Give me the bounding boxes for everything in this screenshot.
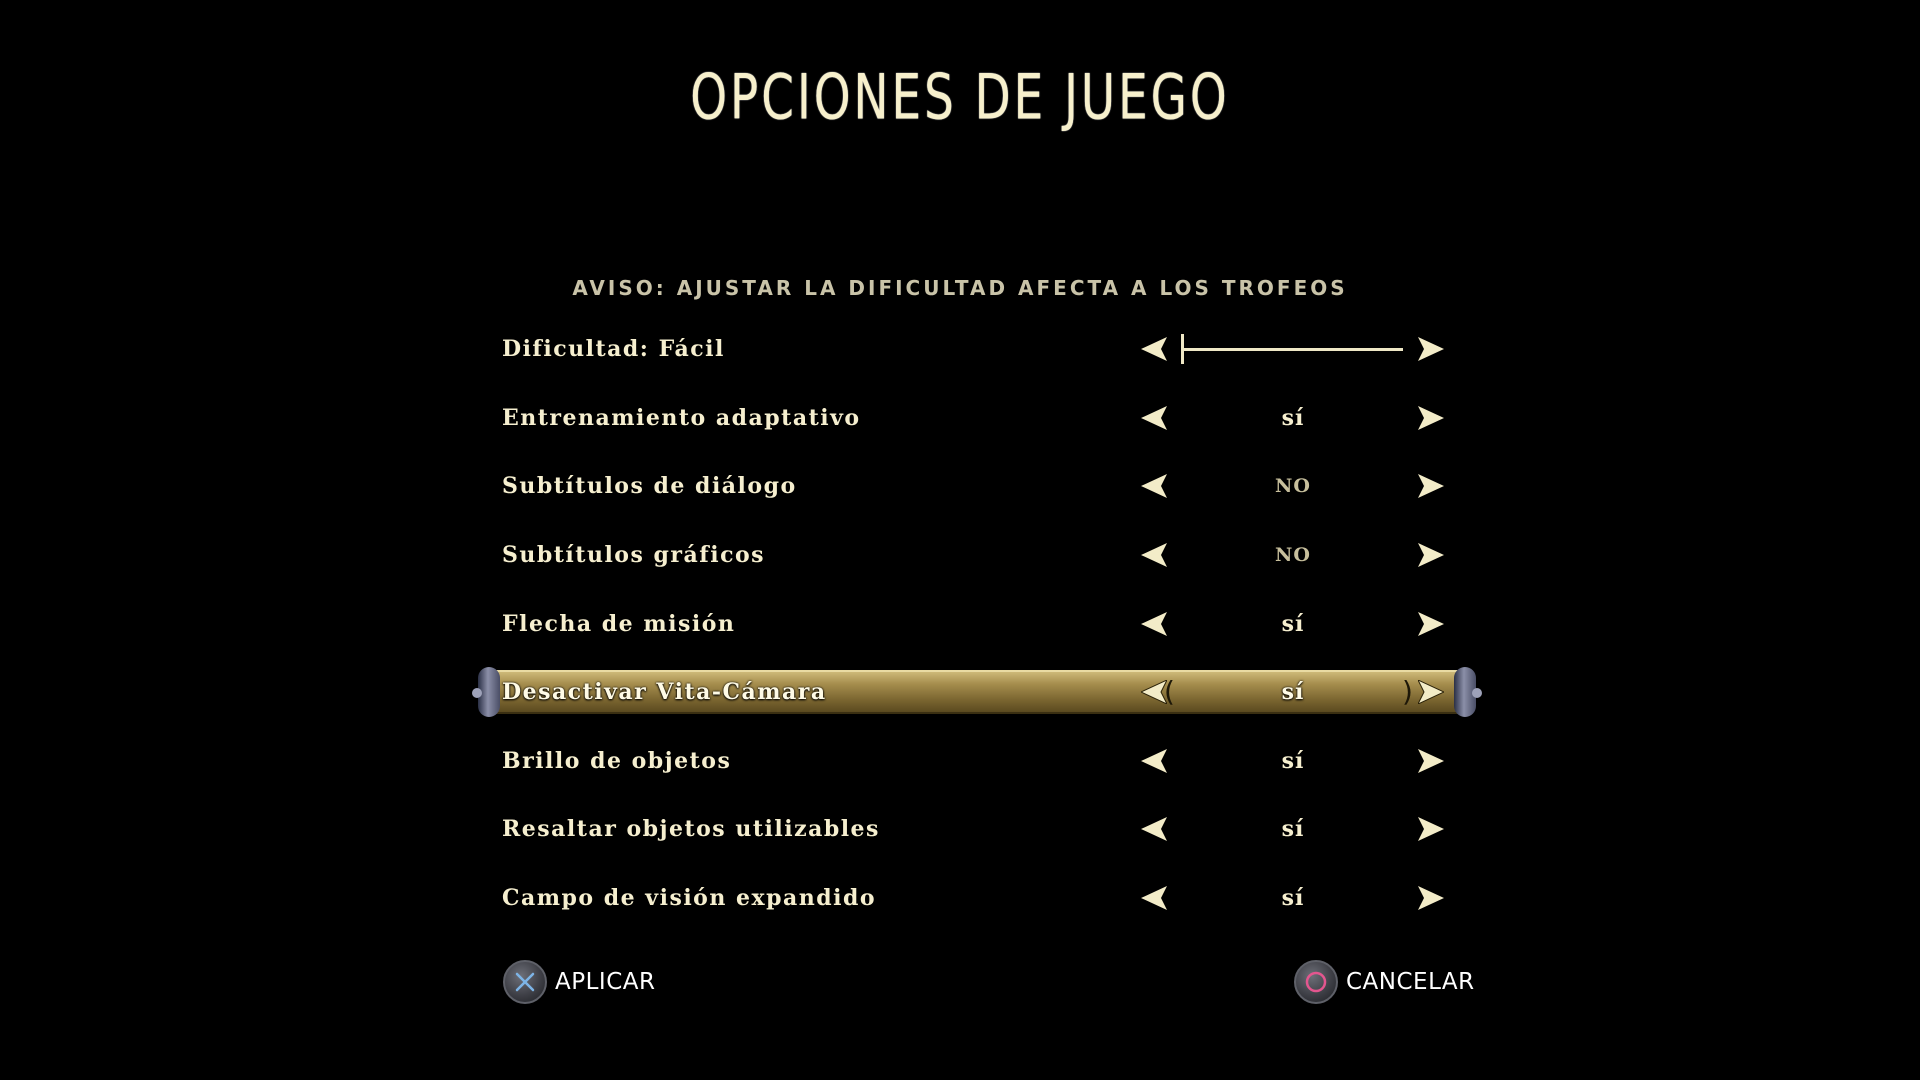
cross-button-icon	[503, 960, 547, 1004]
difficulty-notice: AVISO: AJUSTAR LA DIFICULTAD AFECTA A LO…	[572, 276, 1348, 300]
option-label: Flecha de misión	[502, 610, 736, 637]
arrow-right-icon[interactable]	[1416, 883, 1446, 913]
option-row-dialog-subtitles[interactable]: Subtítulos de diálogo NO	[478, 452, 1476, 521]
option-label: Subtítulos gráficos	[502, 542, 766, 569]
option-value: sí	[1281, 816, 1305, 843]
option-label: Brillo de objetos	[502, 747, 732, 774]
arrow-left-icon[interactable]	[1139, 334, 1169, 364]
arrow-right-icon[interactable]	[1416, 677, 1446, 707]
option-row-disable-vita-chamber[interactable]: Desactivar Vita-Cámara ( sí )	[472, 658, 1482, 727]
arrow-left-icon[interactable]	[1139, 883, 1169, 913]
option-label: Campo de visión expandido	[502, 885, 877, 912]
option-value: sí	[1281, 679, 1305, 706]
arrow-right-icon[interactable]	[1416, 814, 1446, 844]
arrow-right-icon[interactable]	[1416, 334, 1446, 364]
option-row-difficulty[interactable]: Dificultad: Fácil	[478, 315, 1476, 384]
arrow-left-icon[interactable]	[1139, 403, 1169, 433]
option-label: Subtítulos de diálogo	[502, 473, 797, 500]
arrow-left-icon[interactable]	[1139, 814, 1169, 844]
option-value: sí	[1281, 885, 1305, 912]
cancel-button[interactable]: CANCELAR	[1294, 958, 1475, 1006]
option-row-graphic-subtitles[interactable]: Subtítulos gráficos NO	[478, 521, 1476, 590]
option-row-adaptive-training[interactable]: Entrenamiento adaptativo sí	[478, 384, 1476, 453]
arrow-left-icon[interactable]	[1139, 746, 1169, 776]
slider-track	[1181, 348, 1403, 352]
arrow-right-icon[interactable]	[1416, 471, 1446, 501]
option-label: Desactivar Vita-Cámara	[502, 679, 827, 706]
option-row-expanded-fov[interactable]: Campo de visión expandido sí	[478, 864, 1476, 933]
arrow-right-icon[interactable]	[1416, 540, 1446, 570]
option-row-object-glow[interactable]: Brillo de objetos sí	[478, 727, 1476, 796]
arrow-left-icon[interactable]	[1139, 471, 1169, 501]
circle-button-icon	[1294, 960, 1338, 1004]
difficulty-slider[interactable]	[1181, 334, 1403, 365]
page-title: OPCIONES DE JUEGO	[690, 62, 1230, 134]
cancel-label: CANCELAR	[1346, 969, 1475, 995]
arrow-right-icon[interactable]	[1416, 609, 1446, 639]
option-value: sí	[1281, 610, 1305, 637]
arrow-right-icon[interactable]	[1416, 403, 1446, 433]
option-row-mission-arrow[interactable]: Flecha de misión sí	[478, 589, 1476, 658]
bracket-right-icon: )	[1402, 675, 1413, 709]
option-value: NO	[1275, 475, 1311, 498]
option-label: Dificultad: Fácil	[502, 336, 725, 363]
apply-label: APLICAR	[555, 969, 656, 995]
option-label: Resaltar objetos utilizables	[502, 816, 880, 843]
option-row-highlight-usable[interactable]: Resaltar objetos utilizables sí	[478, 795, 1476, 864]
arrow-left-icon[interactable]	[1139, 609, 1169, 639]
option-value: sí	[1281, 404, 1305, 431]
option-value: NO	[1275, 544, 1311, 567]
arrow-right-icon[interactable]	[1416, 746, 1446, 776]
arrow-left-icon[interactable]	[1139, 540, 1169, 570]
options-menu: Dificultad: Fácil Entrenamiento adaptati…	[472, 315, 1482, 933]
option-label: Entrenamiento adaptativo	[502, 404, 861, 431]
apply-button[interactable]: APLICAR	[503, 958, 655, 1006]
slider-thumb[interactable]	[1181, 334, 1184, 365]
option-value: sí	[1281, 747, 1305, 774]
